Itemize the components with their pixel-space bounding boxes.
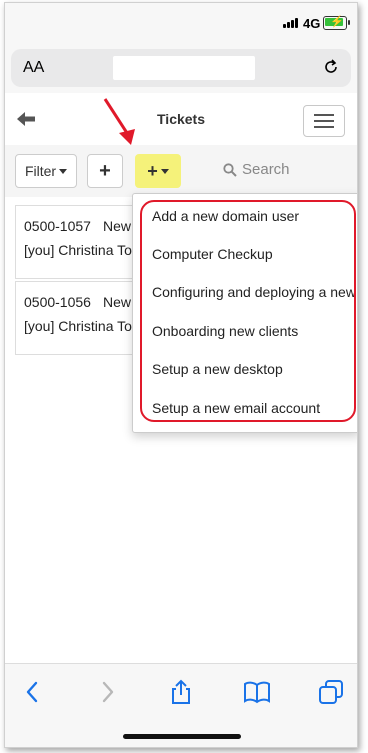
ticket-assignee: [you] Christina Tor [24, 242, 137, 258]
toolbar: Filter + + Search [5, 145, 357, 198]
reload-icon[interactable] [321, 57, 341, 77]
add-from-template-button[interactable]: + [135, 154, 181, 188]
ticket-number: 0500-1056 [24, 294, 91, 310]
network-type: 4G [303, 16, 321, 31]
share-icon[interactable] [167, 678, 195, 706]
browser-bottom-bar [5, 663, 357, 747]
search-field[interactable]: Search [223, 161, 290, 178]
back-chevron-icon[interactable] [19, 678, 47, 706]
app-header: Tickets [5, 93, 357, 146]
text-size-button[interactable]: AA [23, 59, 44, 77]
phone-screen: 4G ⚡ AA Tickets Filter + + Search 0500-1… [4, 2, 358, 748]
browser-address-area: AA [5, 43, 357, 93]
forward-chevron-icon[interactable] [93, 678, 121, 706]
ticket-assignee: [you] Christina Tor [24, 318, 137, 334]
ticket-subject: New [102, 294, 131, 310]
filter-button[interactable]: Filter [15, 154, 77, 188]
status-bar: 4G ⚡ [5, 3, 357, 43]
hamburger-menu-button[interactable] [303, 105, 345, 137]
home-indicator [123, 734, 241, 739]
bookmarks-icon[interactable] [243, 678, 271, 706]
annotation-highlight-outline [140, 200, 356, 422]
caret-down-icon [160, 168, 169, 174]
url-field[interactable] [113, 56, 255, 80]
caret-down-icon [59, 168, 68, 174]
search-icon [223, 162, 237, 177]
ticket-subject: New [102, 218, 131, 234]
tabs-icon[interactable] [317, 678, 345, 706]
annotation-arrow-icon [103, 98, 135, 145]
signal-icon [283, 18, 298, 28]
address-bar[interactable]: AA [11, 49, 351, 87]
battery-icon: ⚡ [323, 16, 350, 30]
add-ticket-button[interactable]: + [87, 154, 123, 188]
ticket-number: 0500-1057 [24, 218, 91, 234]
